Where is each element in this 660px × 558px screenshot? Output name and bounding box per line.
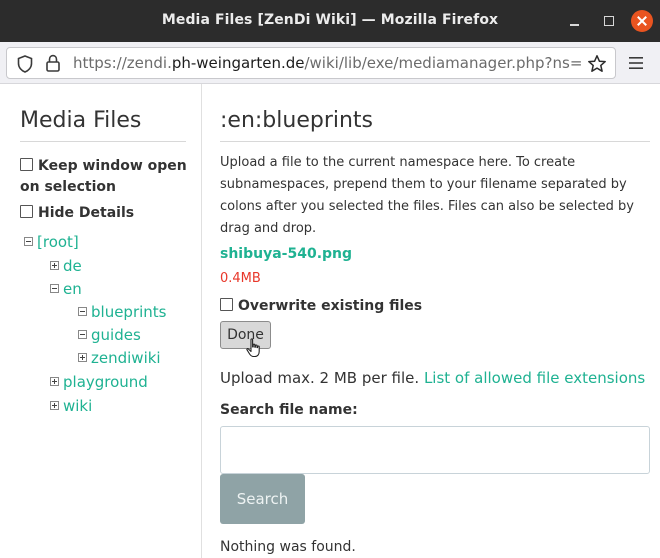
sidebar-title-divider <box>20 141 186 142</box>
shield-icon[interactable] <box>17 55 33 73</box>
overwrite-checkbox[interactable] <box>220 298 233 311</box>
window-title: Media Files [ZenDi Wiki] — Mozilla Firef… <box>161 12 499 28</box>
window-titlebar: Media Files [ZenDi Wiki] — Mozilla Firef… <box>0 0 660 42</box>
keep-window-open-checkbox[interactable] <box>20 158 33 171</box>
upload-intro-text: Upload a file to the current namespace h… <box>220 155 634 236</box>
bookmark-star-icon[interactable] <box>587 54 607 74</box>
tree-item-wiki[interactable]: wiki <box>50 397 92 415</box>
search-button[interactable]: Search <box>220 474 305 524</box>
namespace-title-divider <box>220 141 650 142</box>
overwrite-label: Overwrite existing files <box>238 298 423 314</box>
url-path: /wiki/lib/exe/mediamanager.php?ns= <box>304 54 583 72</box>
expand-icon[interactable] <box>50 261 59 270</box>
close-icon[interactable] <box>631 10 653 32</box>
hide-details-label: Hide Details <box>38 205 135 221</box>
upload-panel: :en:blueprints Upload a file to the curr… <box>203 84 660 558</box>
tree-item-de[interactable]: de <box>50 257 82 275</box>
tree-item-label[interactable]: playground <box>63 373 148 391</box>
navigation-bar: https://zendi.ph-weingarten.de/wiki/lib/… <box>0 42 660 84</box>
hide-details-checkbox[interactable] <box>20 205 33 218</box>
url-text[interactable]: https://zendi.ph-weingarten.de/wiki/lib/… <box>73 54 588 72</box>
keep-window-open-label: Keep window open <box>38 158 187 174</box>
hamburger-menu-icon[interactable] <box>628 56 644 70</box>
selected-file-size: 0.4MB <box>220 271 261 286</box>
upload-limit-info: Upload max. 2 MB per file. List of allow… <box>220 369 645 387</box>
hand-pointer-icon <box>246 338 260 358</box>
hide-details-option[interactable]: Hide Details <box>20 203 134 224</box>
keep-window-open-option[interactable]: Keep window open on selection <box>20 156 187 198</box>
url-bar[interactable]: https://zendi.ph-weingarten.de/wiki/lib/… <box>6 47 616 79</box>
selected-file-name: shibuya-540.png <box>220 246 353 262</box>
tree-item-label[interactable]: wiki <box>63 397 92 415</box>
expand-icon[interactable] <box>50 377 59 386</box>
tree-item-label[interactable]: blueprints <box>91 303 166 321</box>
media-sidebar: Media Files Keep window open on selectio… <box>0 84 202 558</box>
tree-item-label[interactable]: [root] <box>37 233 79 251</box>
minimize-icon[interactable] <box>564 10 586 32</box>
tree-item-en[interactable]: en <box>50 280 82 298</box>
expand-icon[interactable] <box>78 353 87 362</box>
expand-icon[interactable] <box>50 401 59 410</box>
no-results-message: Nothing was found. <box>220 539 356 555</box>
search-input[interactable] <box>220 426 650 474</box>
tree-item-label[interactable]: guides <box>91 326 141 344</box>
collapse-icon[interactable] <box>50 284 59 293</box>
tree-item-label[interactable]: de <box>63 257 82 275</box>
tree-item-label[interactable]: zendiwiki <box>91 349 161 367</box>
tree-item-playground[interactable]: playground <box>50 373 148 391</box>
namespace-title: :en:blueprints <box>220 108 374 133</box>
maximize-icon[interactable] <box>598 10 620 32</box>
collapse-icon[interactable] <box>24 237 33 246</box>
url-host: ph-weingarten.de <box>171 54 305 72</box>
collapse-icon[interactable] <box>78 330 87 339</box>
tree-item-zendiwiki[interactable]: zendiwiki <box>78 349 161 367</box>
tree-item-label[interactable]: en <box>63 280 82 298</box>
overwrite-option[interactable]: Overwrite existing files <box>220 298 422 314</box>
keep-window-open-label-cont: on selection <box>20 179 116 195</box>
tree-item-root[interactable]: [root] <box>24 233 79 251</box>
tree-item-guides[interactable]: guides <box>78 326 141 344</box>
allowed-extensions-link[interactable]: List of allowed file extensions <box>424 369 645 387</box>
tree-item-blueprints[interactable]: blueprints <box>78 303 166 321</box>
collapse-icon[interactable] <box>78 307 87 316</box>
upload-limit-text: Upload max. 2 MB per file. <box>220 369 420 387</box>
url-prefix: https://zendi. <box>73 54 172 72</box>
search-label: Search file name: <box>220 402 358 418</box>
lock-icon[interactable] <box>45 54 61 72</box>
sidebar-title: Media Files <box>20 108 142 133</box>
